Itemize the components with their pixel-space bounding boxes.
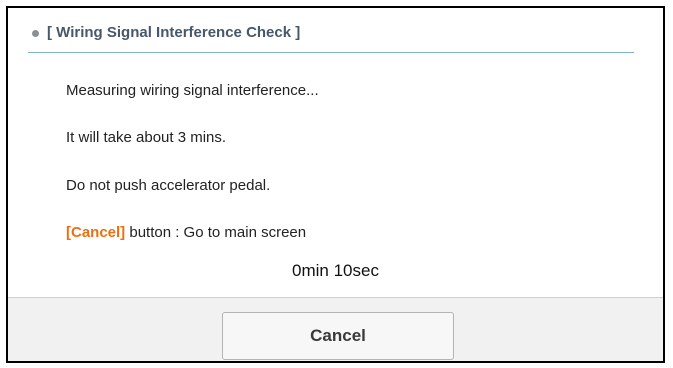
bullet-dot-icon: [32, 30, 39, 37]
elapsed-timer: 0min 10sec: [292, 261, 379, 280]
cancel-button[interactable]: Cancel: [222, 312, 454, 360]
cancel-hint-text: button : Go to main screen: [125, 224, 307, 241]
interference-check-dialog: [ Wiring Signal Interference Check ] Mea…: [6, 6, 665, 363]
dialog-header: [ Wiring Signal Interference Check ]: [28, 23, 634, 53]
dialog-footer: Cancel: [8, 297, 663, 361]
cancel-hint: [Cancel] button : Go to main screen: [66, 223, 306, 243]
message-duration: It will take about 3 mins.: [66, 129, 227, 146]
message-warning: Do not push accelerator pedal.: [66, 177, 271, 194]
cancel-hint-highlight: [Cancel]: [66, 224, 126, 241]
dialog-title: [ Wiring Signal Interference Check ]: [47, 24, 301, 41]
message-measuring: Measuring wiring signal interference...: [66, 82, 319, 99]
